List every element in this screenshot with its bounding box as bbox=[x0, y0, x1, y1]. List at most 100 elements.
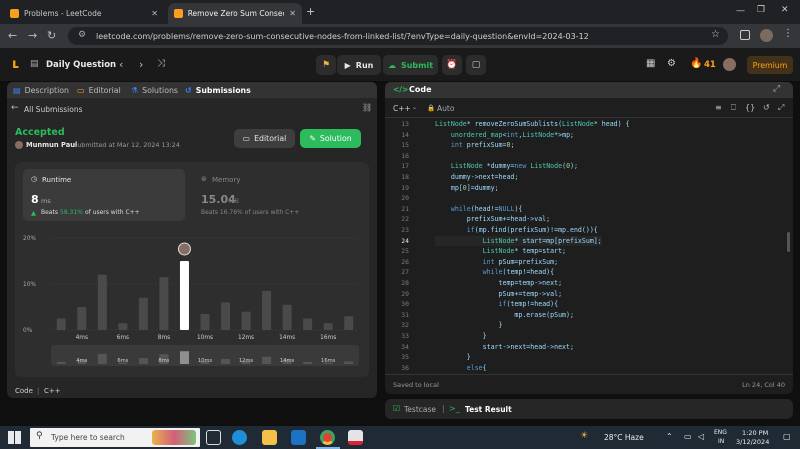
debug-button[interactable]: ⚑ bbox=[316, 55, 336, 75]
code-editor[interactable]: 13 ListNode* removeZeroSumSublists(ListNo… bbox=[385, 119, 793, 374]
book-icon: ▭ bbox=[242, 134, 251, 143]
tab-test-result[interactable]: Test Result bbox=[465, 405, 512, 414]
problem-list-icon[interactable]: ▤ bbox=[30, 59, 39, 69]
tab-description[interactable]: ▤ Description bbox=[13, 82, 69, 98]
new-tab-icon[interactable]: + bbox=[306, 5, 315, 18]
link-icon[interactable]: ⛓ bbox=[362, 103, 372, 112]
overview-bar bbox=[56, 361, 66, 364]
clock-date[interactable]: 3/12/2024 bbox=[736, 438, 769, 446]
bar bbox=[323, 323, 333, 330]
leetcode-favicon-icon bbox=[174, 9, 183, 18]
line-number: 18 bbox=[401, 173, 409, 181]
line-number: 16 bbox=[401, 151, 409, 160]
site-info-icon[interactable]: ⚙ bbox=[78, 30, 86, 40]
prev-problem-icon[interactable]: ‹ bbox=[119, 58, 123, 71]
minimize-icon[interactable]: — bbox=[736, 6, 745, 16]
all-submissions-link[interactable]: All Submissions bbox=[24, 105, 83, 114]
network-icon[interactable]: ▭ bbox=[684, 432, 692, 441]
back-arrow-icon[interactable]: ← bbox=[11, 103, 19, 113]
settings-gear-icon[interactable]: ⚙ bbox=[667, 58, 676, 69]
language-in[interactable]: IN bbox=[718, 438, 724, 445]
tab-solutions[interactable]: ⚗ Solutions bbox=[131, 82, 178, 98]
code-line: temp=temp->next; bbox=[435, 279, 563, 287]
submit-button[interactable]: ☁ Submit bbox=[383, 55, 438, 75]
volume-icon[interactable]: ◁ bbox=[698, 432, 704, 441]
timer-button[interactable]: ⏰ bbox=[442, 55, 462, 75]
task-view-icon[interactable] bbox=[206, 430, 221, 445]
browser-menu-icon[interactable]: ⋮ bbox=[783, 28, 793, 39]
windows-start-icon[interactable] bbox=[8, 431, 21, 444]
language-eng[interactable]: ENG bbox=[714, 429, 727, 436]
url-field[interactable]: ⚙ leetcode.com/problems/remove-zero-sum-… bbox=[68, 27, 728, 45]
browser-tab-current[interactable]: Remove Zero Sum Consecutive ✕ bbox=[168, 3, 302, 24]
editor-panel: </> Code ⤢ C++ ⌄ 🔒 Auto ≡ ⎕ {} ↺ ⤢ 13 Lis… bbox=[385, 82, 793, 394]
bookmark-star-icon[interactable]: ☆ bbox=[711, 29, 720, 40]
premium-button[interactable]: Premium bbox=[747, 56, 793, 74]
edge-icon[interactable] bbox=[232, 430, 247, 445]
daily-question-title[interactable]: Daily Question bbox=[46, 60, 116, 70]
forward-icon[interactable]: → bbox=[28, 29, 37, 42]
runtime-card[interactable]: ◷ Runtime 8 ms ▲ Beats 58.31% of users w… bbox=[23, 169, 185, 221]
editorial-button[interactable]: ▭ Editorial bbox=[234, 129, 295, 148]
user-position-avatar bbox=[177, 242, 191, 256]
back-icon[interactable]: ← bbox=[8, 29, 17, 42]
profile-avatar[interactable] bbox=[760, 29, 773, 42]
notification-icon[interactable]: ▢ bbox=[783, 432, 791, 441]
code-line: while(head!=NULL){ bbox=[450, 204, 523, 213]
expand-icon[interactable]: ⤢ bbox=[773, 84, 780, 94]
tab-editorial[interactable]: ▭ Editorial bbox=[77, 82, 121, 98]
restore-icon[interactable]: ❐ bbox=[757, 5, 765, 15]
tab-submissions[interactable]: ↺ Submissions bbox=[185, 82, 251, 98]
bookmark-icon[interactable]: ⎕ bbox=[731, 103, 736, 113]
chevron-down-icon[interactable]: ⌄ bbox=[412, 104, 417, 111]
run-button[interactable]: ▶ Run bbox=[337, 55, 381, 75]
separator: | bbox=[37, 387, 40, 395]
x-tick-label: 4ms bbox=[76, 335, 88, 341]
line-number: 32 bbox=[401, 321, 409, 330]
mail-icon[interactable] bbox=[291, 430, 306, 445]
user-avatar[interactable] bbox=[723, 58, 736, 71]
bar bbox=[200, 313, 210, 330]
file-explorer-icon[interactable] bbox=[262, 430, 277, 445]
taskbar-search-box[interactable]: ⚲ Type here to search bbox=[30, 428, 200, 447]
alarm-icon: ⏰ bbox=[446, 60, 458, 70]
code-line: } bbox=[435, 353, 471, 362]
close-icon[interactable]: ✕ bbox=[289, 9, 296, 18]
solution-button[interactable]: ✎ Solution bbox=[300, 129, 361, 148]
code-line: } bbox=[435, 321, 503, 330]
reset-icon[interactable]: ↺ bbox=[763, 103, 770, 112]
next-problem-icon[interactable]: › bbox=[139, 58, 143, 71]
weather-text[interactable]: 28°C Haze bbox=[604, 433, 644, 442]
notes-button[interactable]: ▢ bbox=[466, 55, 486, 75]
bar bbox=[344, 316, 354, 330]
left-tabs-bar: ▤ Description ▭ Editorial ⚗ Solutions ↺ … bbox=[7, 82, 377, 98]
editor-scrollbar[interactable] bbox=[787, 232, 790, 252]
code-line: mp.erase(pSum); bbox=[435, 310, 574, 319]
language-select[interactable]: C++ bbox=[393, 104, 411, 113]
lock-icon: 🔒 bbox=[427, 104, 436, 112]
tab-label: Submissions bbox=[195, 85, 251, 95]
streak-count[interactable]: 41 bbox=[704, 60, 716, 70]
close-icon[interactable]: ✕ bbox=[151, 9, 158, 18]
username[interactable]: Munmun Paul bbox=[26, 141, 77, 149]
tray-chevron-icon[interactable]: ⌃ bbox=[666, 432, 673, 441]
memory-card[interactable]: ⊛ Memory 15.04 MB Beats 16.76% of users … bbox=[193, 169, 363, 221]
shuffle-icon[interactable]: ⤨ bbox=[157, 58, 165, 69]
store-icon[interactable] bbox=[348, 430, 363, 445]
clock-time[interactable]: 1:20 PM bbox=[742, 429, 768, 437]
fullscreen-icon[interactable]: ⤢ bbox=[778, 103, 784, 113]
braces-icon[interactable]: {} bbox=[745, 103, 755, 112]
leetcode-logo-icon[interactable]: ʟ bbox=[12, 57, 19, 72]
tab-testcase[interactable]: Testcase bbox=[404, 405, 436, 414]
y-tick-label: 20% bbox=[23, 236, 36, 242]
chrome-icon[interactable] bbox=[320, 430, 335, 445]
mode-auto[interactable]: Auto bbox=[437, 104, 454, 113]
browser-tab-problems[interactable]: Problems - LeetCode ✕ bbox=[4, 3, 164, 24]
line-number: 24 bbox=[401, 236, 409, 245]
layout-grid-icon[interactable]: ▦ bbox=[646, 58, 655, 69]
tab-code[interactable]: Code bbox=[409, 85, 432, 94]
format-icon[interactable]: ≡ bbox=[715, 103, 722, 112]
side-panel-icon[interactable] bbox=[740, 30, 750, 40]
reload-icon[interactable]: ↻ bbox=[47, 29, 56, 42]
close-window-icon[interactable]: ✕ bbox=[781, 5, 789, 15]
